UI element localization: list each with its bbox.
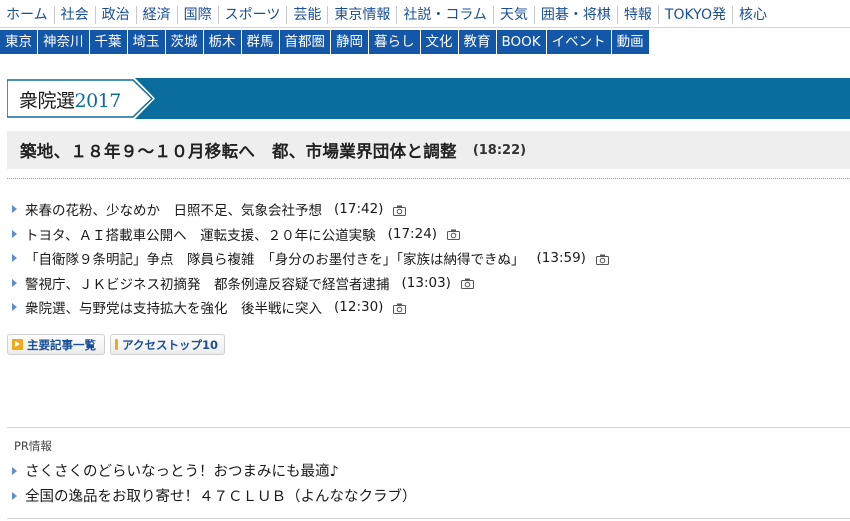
news-link[interactable]: 「自衛隊９条明記」争点 隊員ら複雑 「身分のお墨付きを」「家族は納得できぬ」	[25, 248, 525, 268]
pr-divider-bottom	[7, 518, 850, 519]
nav-item-sports[interactable]: スポーツ	[219, 5, 288, 24]
nav-item-living[interactable]: 暮らし	[369, 30, 421, 54]
nav-item-weather[interactable]: 天気	[494, 5, 535, 24]
news-link[interactable]: トヨタ、ＡＩ搭載車公開へ 運転支援、２０年に公道実験	[25, 224, 376, 244]
nav-item-culture[interactable]: 文化	[420, 30, 459, 54]
list-item: 「自衛隊９条明記」争点 隊員ら複雑 「身分のお墨付きを」「家族は納得できぬ」 (…	[12, 246, 609, 271]
pr-link[interactable]: 全国の逸品をお取り寄せ！４７ＣＬＵＢ（よんななクラブ）	[25, 485, 417, 506]
nav-item-tokyo-info[interactable]: 東京情報	[328, 5, 398, 24]
top-headline: 築地、１８年９～１０月移転へ 都、市場業界団体と調整 (18:22)	[7, 131, 850, 169]
camera-icon	[393, 205, 407, 216]
news-time: (17:42)	[334, 201, 384, 218]
nav-item-editorial-column[interactable]: 社説・コラム	[397, 5, 494, 24]
nav-item-video[interactable]: 動画	[611, 30, 650, 54]
nav-item-kakushin[interactable]: 核心	[733, 6, 773, 24]
nav-item-international[interactable]: 国際	[178, 5, 219, 24]
nav-item-gunma[interactable]: 群馬	[241, 30, 280, 54]
nav-item-tokyo-hatsu[interactable]: TOKYO発	[659, 5, 733, 24]
play-arrow-icon	[115, 339, 124, 350]
news-time: (17:24)	[387, 225, 438, 242]
access-top10-button[interactable]: アクセストップ10	[110, 334, 225, 355]
bullet-arrow-icon	[12, 491, 17, 500]
election-logo-text: 衆院選2017	[19, 86, 121, 113]
nav-item-shizuoka[interactable]: 静岡	[331, 30, 369, 54]
bullet-arrow-icon	[12, 205, 17, 214]
list-item: トヨタ、ＡＩ搭載車公開へ 運転支援、２０年に公道実験 (17:24)	[12, 222, 609, 247]
nav-item-shutoken[interactable]: 首都圏	[279, 30, 331, 54]
primary-nav: ホーム 社会 政治 経済 国際 スポーツ 芸能 東京情報 社説・コラム 天気 囲…	[0, 2, 850, 28]
list-item: 衆院選、与野党は支持拡大を強化 後半戦に突入 (12:30)	[12, 295, 609, 320]
pr-section-title: PR情報	[14, 439, 52, 453]
news-link[interactable]: 来春の花粉、少なめか 日照不足、気象会社予想	[25, 199, 322, 219]
nav-item-chiba[interactable]: 千葉	[89, 30, 128, 54]
election-logo: 衆院選2017	[7, 78, 155, 119]
nav-item-special-report[interactable]: 特報	[618, 5, 659, 24]
election-logo-prefix: 衆院選	[19, 90, 75, 112]
headline-time: (18:22)	[472, 142, 527, 158]
list-item: 来春の花粉、少なめか 日照不足、気象会社予想 (17:42)	[12, 197, 609, 222]
play-arrow-icon	[12, 339, 23, 350]
pr-list: さくさくのどらいなっとう！おつまみにも最適♪ 全国の逸品をお取り寄せ！４７ＣＬＵ…	[12, 458, 417, 508]
nav-item-kanagawa[interactable]: 神奈川	[38, 30, 90, 54]
list-item: 警視庁、ＪＫビジネス初摘発 都条例違反容疑で経営者逮捕 (13:03)	[12, 271, 609, 296]
nav-item-saitama[interactable]: 埼玉	[127, 30, 166, 54]
news-time: (13:03)	[401, 274, 451, 291]
camera-icon	[447, 229, 461, 241]
election-banner[interactable]: 衆院選2017	[7, 78, 850, 119]
bullet-arrow-icon	[12, 466, 17, 475]
election-logo-year: 2017	[74, 90, 122, 112]
nav-item-go-shogi[interactable]: 囲碁・将棋	[535, 5, 618, 24]
nav-item-home[interactable]: ホーム	[0, 5, 55, 24]
bullet-arrow-icon	[12, 229, 17, 238]
news-link[interactable]: 警視庁、ＪＫビジネス初摘発 都条例違反容疑で経営者逮捕	[25, 273, 390, 293]
news-link[interactable]: 衆院選、与野党は支持拡大を強化 後半戦に突入	[25, 297, 322, 317]
list-item: さくさくのどらいなっとう！おつまみにも最適♪	[12, 458, 417, 483]
bullet-arrow-icon	[12, 278, 17, 287]
pr-link[interactable]: さくさくのどらいなっとう！おつまみにも最適♪	[25, 460, 339, 481]
headline-title[interactable]: 築地、１８年９～１０月移転へ 都、市場業界団体と調整	[20, 138, 457, 162]
news-time: (13:59)	[536, 250, 586, 267]
nav-item-education[interactable]: 教育	[458, 30, 497, 54]
camera-icon	[393, 303, 407, 314]
nav-item-book[interactable]: BOOK	[496, 30, 547, 54]
access-top10-label: アクセストップ10	[122, 337, 218, 352]
bullet-arrow-icon	[12, 254, 17, 263]
bullet-arrow-icon	[12, 303, 17, 312]
nav-item-tochigi[interactable]: 栃木	[203, 30, 242, 54]
regional-nav: 東京 神奈川 千葉 埼玉 茨城 栃木 群馬 首都圏 静岡 暮らし 文化 教育 B…	[0, 30, 650, 54]
nav-item-ibaraki[interactable]: 茨城	[165, 30, 204, 54]
nav-item-entertainment[interactable]: 芸能	[287, 5, 329, 24]
nav-item-tokyo[interactable]: 東京	[0, 30, 38, 54]
camera-icon	[460, 278, 474, 290]
list-item: 全国の逸品をお取り寄せ！４７ＣＬＵＢ（よんななクラブ）	[12, 483, 417, 508]
nav-item-economy[interactable]: 経済	[137, 5, 178, 24]
nav-item-event[interactable]: イベント	[546, 30, 612, 54]
section-divider	[7, 178, 850, 179]
news-list: 来春の花粉、少なめか 日照不足、気象会社予想 (17:42) トヨタ、ＡＩ搭載車…	[12, 197, 609, 320]
main-articles-label: 主要記事一覧	[27, 337, 96, 352]
pr-divider-top	[7, 427, 850, 428]
news-time: (12:30)	[334, 299, 384, 316]
camera-icon	[595, 254, 609, 265]
nav-item-politics[interactable]: 政治	[96, 5, 137, 24]
nav-item-society[interactable]: 社会	[55, 5, 96, 24]
main-articles-button[interactable]: 主要記事一覧	[7, 334, 105, 355]
